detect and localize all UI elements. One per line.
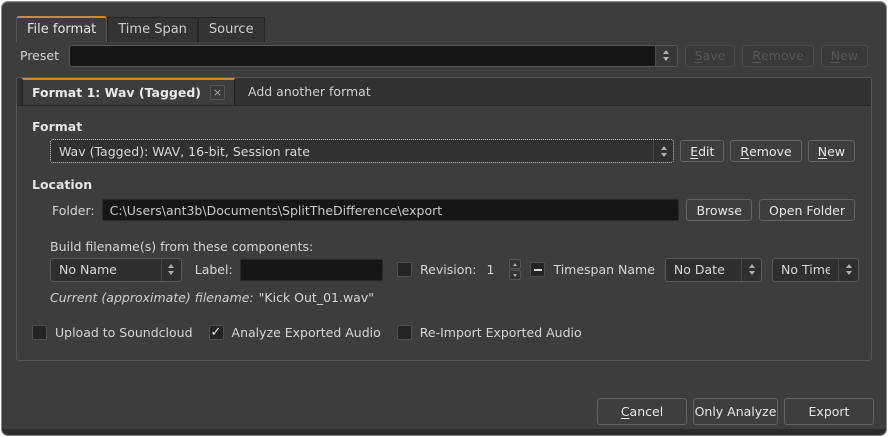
format-notebook: Format 1: Wav (Tagged) × Add another for… (16, 77, 872, 361)
spinner-down-icon (845, 271, 852, 275)
tab-add-another-format[interactable]: Add another format (235, 78, 384, 105)
current-filename-line: Current (approximate) filename: "Kick Ou… (50, 290, 374, 305)
open-folder-button[interactable]: Open Folder (759, 199, 855, 221)
format-page: Format Wav (Tagged): WAV, 16-bit, Sessio… (17, 106, 871, 364)
analyze-audio-label: Analyze Exported Audio (231, 325, 381, 340)
current-filename-label: Current (approximate) filename: (50, 290, 254, 305)
combo-spinner-icon (838, 258, 858, 281)
spinner-up-icon (845, 264, 852, 268)
combo-spinner-icon (160, 258, 181, 281)
export-dialog: File format Time Span Source Preset Save… (1, 1, 887, 436)
revision-checkbox[interactable] (397, 262, 413, 277)
reimport-audio-option: Re-Import Exported Audio (396, 325, 582, 340)
preset-row: Preset Save Remove New (20, 44, 868, 67)
location-heading: Location (32, 177, 93, 192)
spinner-up-icon (168, 264, 175, 268)
format-remove-button[interactable]: Remove (730, 140, 802, 162)
browse-button[interactable]: Browse (686, 199, 752, 221)
upload-soundcloud-label: Upload to Soundcloud (55, 325, 193, 340)
preset-value (70, 46, 655, 66)
spinner-up-icon[interactable] (509, 259, 522, 269)
spinner-down-icon (748, 271, 755, 275)
spinner-up-icon (663, 50, 670, 54)
spinner-up-icon (748, 264, 755, 268)
revision-spinner[interactable] (509, 259, 522, 280)
options-row: Upload to Soundcloud Analyze Exported Au… (32, 325, 598, 340)
upload-soundcloud-checkbox[interactable] (32, 325, 47, 340)
session-name-combo[interactable]: No Name (50, 257, 182, 282)
folder-label: Folder: (52, 202, 95, 218)
revision-label: Revision: (420, 262, 477, 277)
spinner-down-icon (660, 152, 667, 157)
close-tab-icon[interactable]: × (210, 85, 225, 100)
filename-components-row: No Name Label: Revision: 1 Timespan Name (50, 257, 860, 282)
revision-value: 1 (486, 262, 495, 277)
build-filename-label: Build filename(s) from these components: (50, 239, 314, 254)
analyze-audio-option: Analyze Exported Audio (208, 325, 381, 340)
tab-file-format[interactable]: File format (16, 16, 108, 42)
spinner-up-icon (660, 145, 667, 150)
format-combo[interactable]: Wav (Tagged): WAV, 16-bit, Session rate (50, 139, 675, 163)
spinner-down-icon (168, 271, 175, 275)
only-analyze-button[interactable]: Only Analyze (693, 398, 778, 425)
upload-soundcloud-option: Upload to Soundcloud (32, 325, 193, 340)
preset-label: Preset (20, 48, 59, 63)
preset-save-button[interactable]: Save (684, 44, 736, 67)
cancel-button[interactable]: Cancel (597, 398, 687, 425)
current-filename-value: "Kick Out_01.wav" (258, 290, 374, 305)
timespan-name-label: Timespan Name (553, 262, 655, 277)
date-format-combo[interactable]: No Date (664, 257, 763, 282)
window-bottom-edge (2, 429, 886, 435)
dialog-tabs: File format Time Span Source (16, 15, 265, 42)
tab-source[interactable]: Source (197, 17, 265, 42)
format-new-button[interactable]: New (807, 140, 855, 162)
export-button[interactable]: Export (784, 398, 874, 425)
preset-new-button[interactable]: New (820, 44, 868, 67)
format-notebook-tabs: Format 1: Wav (Tagged) × Add another for… (17, 78, 871, 106)
tab-format-1[interactable]: Format 1: Wav (Tagged) × (22, 78, 235, 105)
spinner-down-icon[interactable] (509, 270, 522, 280)
combo-spinner-icon (653, 140, 673, 162)
analyze-audio-checkbox[interactable] (208, 325, 224, 340)
format-edit-button[interactable]: Edit (680, 140, 725, 162)
tab-time-span[interactable]: Time Span (107, 17, 198, 42)
folder-input[interactable]: C:\Users\ant3b\Documents\SplitTheDiffere… (101, 199, 680, 221)
time-format-combo[interactable]: No Time (772, 257, 860, 282)
preset-remove-button[interactable]: Remove (742, 44, 814, 67)
timespan-name-checkbox[interactable] (530, 262, 546, 277)
spinner-down-icon (663, 57, 670, 61)
footer-buttons: Cancel Only Analyze Export (597, 398, 874, 425)
combo-spinner-icon (741, 258, 761, 281)
preset-combo[interactable] (68, 44, 678, 67)
reimport-audio-label: Re-Import Exported Audio (419, 325, 582, 340)
reimport-audio-checkbox[interactable] (396, 325, 412, 340)
combo-spinner-icon[interactable] (654, 45, 677, 66)
label-label: Label: (194, 262, 233, 277)
folder-row: Folder: C:\Users\ant3b\Documents\SplitTh… (52, 198, 855, 222)
format-row: Wav (Tagged): WAV, 16-bit, Session rate … (50, 139, 855, 163)
label-input[interactable] (239, 258, 384, 281)
format-heading: Format (32, 119, 83, 134)
